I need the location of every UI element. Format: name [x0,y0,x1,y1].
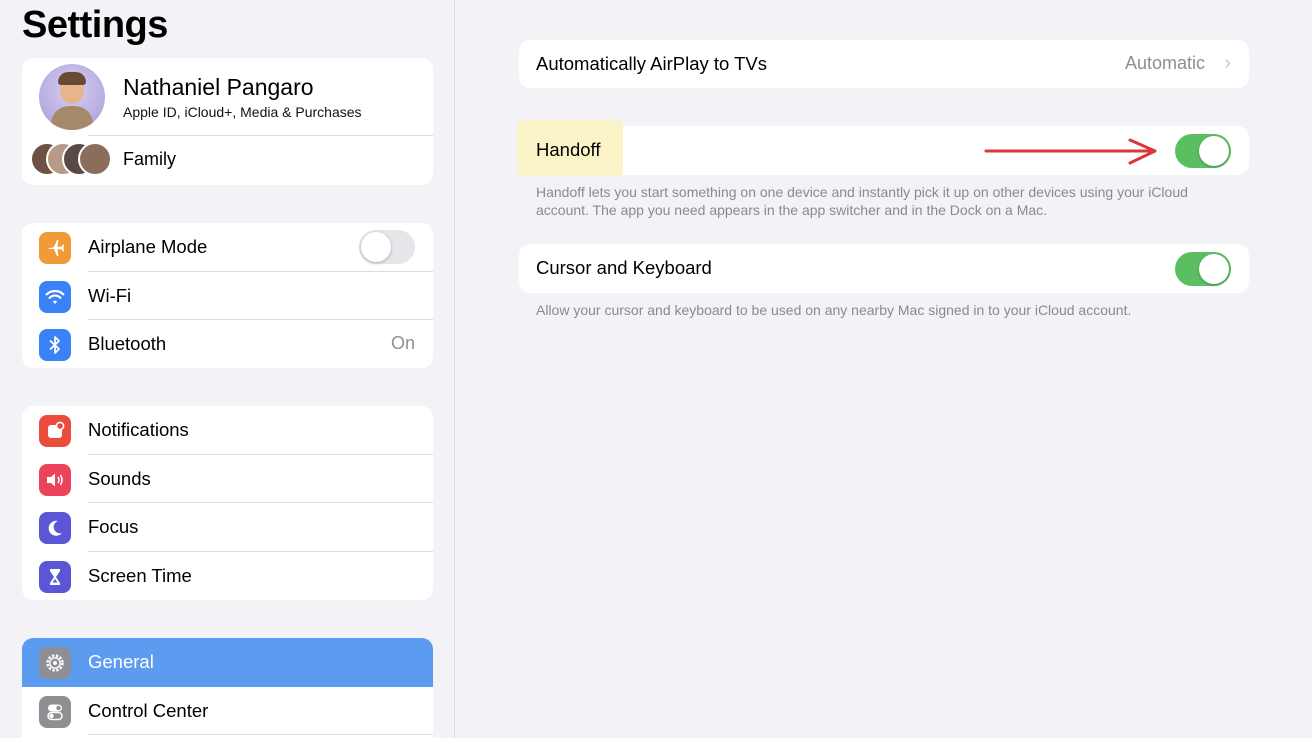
family-avatars [30,142,120,178]
connectivity-group: Airplane Mode Wi-Fi Bluetooth On [22,223,433,368]
sidebar-item-label: Sounds [88,467,151,489]
general-group: General Control Center [22,638,433,738]
sidebar-item-bluetooth[interactable]: Bluetooth On [22,320,433,368]
sidebar-item-sounds[interactable]: Sounds [22,455,433,503]
family-label: Family [123,149,176,169]
gear-icon [39,647,71,679]
sidebar-item-label: Screen Time [88,564,192,586]
avatar [39,64,105,130]
divider [88,135,433,136]
handoff-toggle[interactable] [1175,134,1231,168]
sidebar-item-label: Control Center [88,699,209,721]
sidebar-item-airplane-mode[interactable]: Airplane Mode [22,223,433,272]
cursor-keyboard-toggle[interactable] [1175,252,1231,286]
family-member-avatar [78,142,112,176]
airplay-value: Automatic [1124,53,1205,73]
sidebar-item-label: Bluetooth [88,333,167,354]
annotation-arrow-icon [984,138,1157,165]
switches-icon [39,695,71,728]
bluetooth-icon [39,329,71,361]
bell-icon [39,415,71,447]
cursor-keyboard-label: Cursor and Keyboard [536,257,712,278]
sidebar-item-focus[interactable]: Focus [22,503,433,552]
chevron-right-icon: › [1224,52,1231,74]
airplay-label: Automatically AirPlay to TVs [536,53,767,74]
airplane-icon [39,232,71,264]
sidebar-item-screen-time[interactable]: Screen Time [22,552,433,601]
hourglass-icon [39,560,71,593]
bluetooth-value: On [390,333,415,353]
cursor-keyboard-footnote: Allow your cursor and keyboard to be use… [536,302,1132,318]
profile-name: Nathaniel Pangaro [123,74,314,100]
sidebar-item-label: Wi-Fi [88,284,132,306]
handoff-footnote: Handoff lets you start something on one … [536,184,1188,218]
notifications-group: Notifications Sounds Focus Screen Time [22,406,433,600]
page-title: Settings [22,4,168,46]
moon-icon [39,512,71,544]
family-row[interactable]: Family [22,135,433,185]
sidebar-item-label: Notifications [88,419,189,440]
sidebar-item-general[interactable]: General [22,638,433,687]
sidebar-item-label: General [88,651,154,672]
wifi-icon [39,280,71,313]
sidebar-item-label: Focus [88,516,139,537]
sidebar-item-notifications[interactable]: Notifications [22,406,433,455]
cursor-keyboard-row: Cursor and Keyboard [519,244,1249,293]
sidebar-item-wifi[interactable]: Wi-Fi [22,272,433,320]
profile-card[interactable]: Nathaniel Pangaro Apple ID, iCloud+, Med… [22,58,433,185]
sidebar: Settings Nathaniel Pangaro Apple ID, iCl… [0,0,455,738]
apple-id-row[interactable]: Nathaniel Pangaro Apple ID, iCloud+, Med… [22,58,433,135]
speaker-icon [39,463,71,496]
airplane-mode-toggle[interactable] [359,230,415,264]
profile-subtitle: Apple ID, iCloud+, Media & Purchases [123,104,362,120]
sidebar-item-label: Airplane Mode [88,236,208,257]
sidebar-item-control-center[interactable]: Control Center [22,687,433,735]
airplay-row[interactable]: Automatically AirPlay to TVs Automatic › [519,40,1249,88]
handoff-label: Handoff [536,139,601,160]
